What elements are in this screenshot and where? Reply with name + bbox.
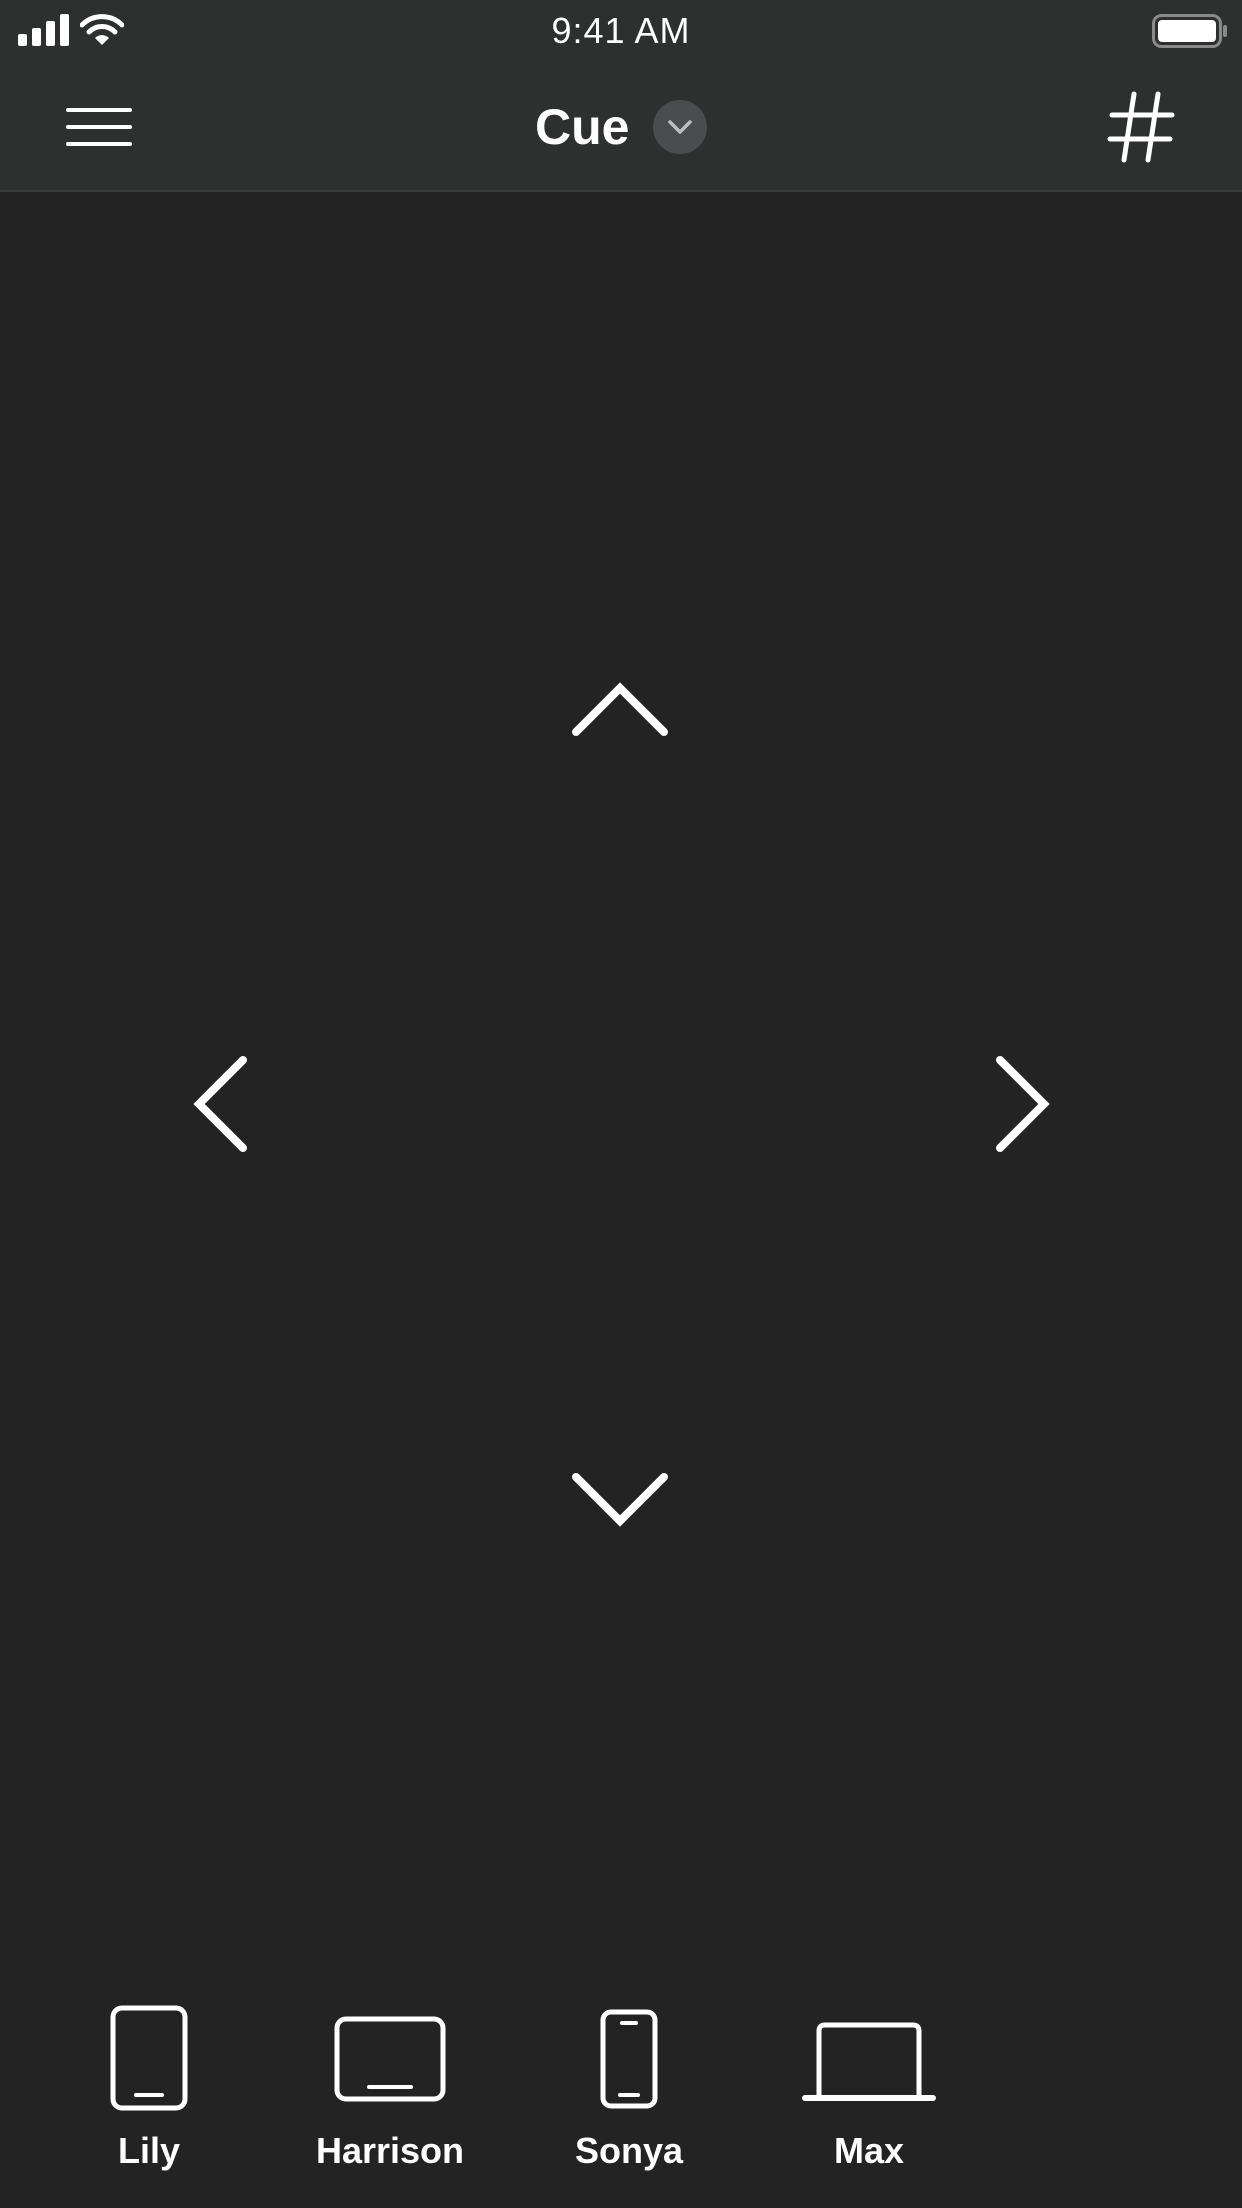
laptop-icon — [802, 2022, 936, 2101]
status-bar: 9:41 AM — [0, 0, 1242, 62]
chevron-down-icon — [572, 1473, 668, 1527]
chevron-right-icon — [996, 1056, 1050, 1152]
device-label: Lily — [117, 2130, 180, 2171]
tablet-landscape-icon — [334, 2016, 446, 2102]
page-title: Cue — [535, 99, 630, 155]
hamburger-menu-icon — [66, 108, 132, 146]
device-label: Sonya — [574, 2130, 684, 2171]
up-arrow-button[interactable] — [565, 680, 675, 755]
phone-icon — [600, 2009, 658, 2109]
chevron-down-icon — [668, 120, 693, 134]
down-arrow-button[interactable] — [565, 1465, 675, 1540]
title-selector[interactable]: Cue — [535, 92, 708, 162]
tablet-portrait-icon — [110, 2005, 188, 2111]
title-dropdown-button[interactable] — [653, 100, 708, 154]
status-time: 9:41 AM — [551, 10, 691, 51]
right-arrow-button[interactable] — [990, 1050, 1060, 1165]
device-list: Lily Harrison Sonya Max — [0, 2005, 1242, 2205]
menu-button[interactable] — [66, 106, 132, 148]
hash-button[interactable] — [1106, 90, 1176, 164]
device-label: Harrison — [315, 2130, 465, 2171]
chevron-left-icon — [193, 1056, 247, 1152]
chevron-up-icon — [572, 682, 668, 736]
left-arrow-button[interactable] — [185, 1050, 255, 1165]
battery-icon — [1152, 14, 1227, 48]
nav-bar: Cue — [0, 62, 1242, 192]
hash-grid-icon — [1107, 91, 1175, 163]
device-label: Max — [833, 2130, 905, 2171]
